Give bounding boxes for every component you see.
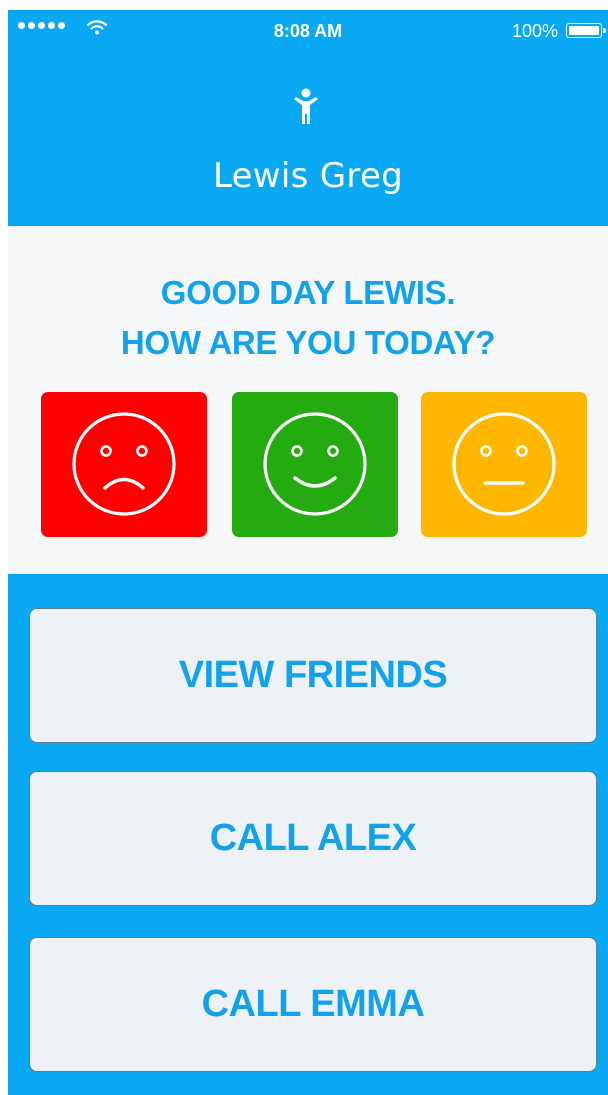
happy-face-icon bbox=[263, 412, 367, 516]
call-alex-label: CALL ALEX bbox=[209, 817, 417, 859]
person-icon bbox=[294, 88, 318, 124]
app-screen: 8:08 AM 100% Lewis Greg GOOD DAY LEWIS. … bbox=[8, 10, 608, 1095]
mood-neutral-button[interactable] bbox=[421, 392, 587, 537]
call-emma-label: CALL EMMA bbox=[201, 983, 425, 1025]
view-friends-label: VIEW FRIENDS bbox=[178, 654, 448, 696]
greeting-text: GOOD DAY LEWIS. bbox=[160, 274, 456, 311]
mood-sad-button[interactable] bbox=[41, 392, 207, 537]
sad-face-icon bbox=[72, 412, 176, 516]
mood-panel: GOOD DAY LEWIS. HOW ARE YOU TODAY? bbox=[8, 226, 608, 574]
battery-percent: 100% bbox=[511, 21, 558, 41]
user-name: Lewis Greg bbox=[212, 156, 404, 196]
neutral-face-icon bbox=[452, 412, 556, 516]
mood-question: HOW ARE YOU TODAY? bbox=[120, 324, 496, 361]
view-friends-button[interactable]: VIEW FRIENDS bbox=[29, 608, 597, 743]
status-bar: 8:08 AM 100% bbox=[8, 10, 608, 50]
battery-icon bbox=[566, 23, 606, 38]
call-alex-button[interactable]: CALL ALEX bbox=[29, 771, 597, 906]
mood-happy-button[interactable] bbox=[232, 392, 398, 537]
call-emma-button[interactable]: CALL EMMA bbox=[29, 937, 597, 1072]
profile-header: Lewis Greg bbox=[8, 50, 608, 226]
